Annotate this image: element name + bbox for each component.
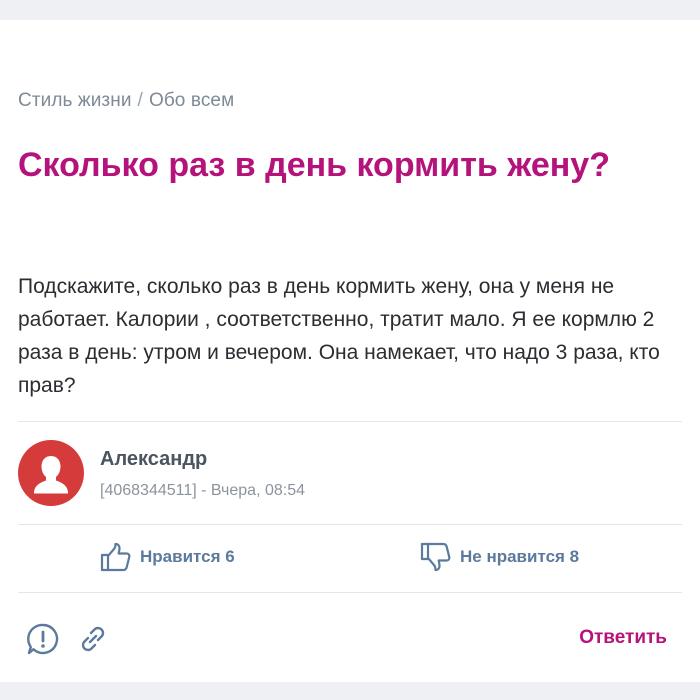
divider: [18, 524, 682, 525]
breadcrumb-subcategory[interactable]: Обо всем: [149, 90, 234, 111]
question-text: Подскажите, сколько раз в день кормить ж…: [18, 275, 660, 397]
report-button[interactable]: [26, 622, 60, 661]
chain-link-icon: [81, 626, 105, 652]
reply-button[interactable]: Ответить: [579, 627, 667, 649]
dislike-button[interactable]: Не нравится 8: [420, 542, 579, 572]
breadcrumb-separator: /: [137, 90, 143, 111]
author-name[interactable]: Александр: [100, 448, 207, 471]
breadcrumb-category[interactable]: Стиль жизни: [18, 90, 132, 111]
copy-link-button[interactable]: [76, 622, 110, 661]
divider: [18, 592, 682, 593]
alert-circle-icon: [27, 623, 59, 655]
thumbs-down-icon: [420, 542, 451, 572]
user-silhouette-icon: [34, 456, 68, 494]
divider: [18, 421, 682, 422]
dislike-count-label: Не нравится 8: [460, 547, 580, 566]
like-button[interactable]: Нравится 6: [100, 542, 235, 572]
author-meta: [4068344511] - Вчера, 08:54: [100, 482, 306, 499]
thumbs-up-icon: [100, 542, 131, 572]
question-title: Сколько раз в день кормить жену?: [18, 146, 610, 184]
like-count-label: Нравится 6: [140, 547, 235, 566]
avatar[interactable]: [18, 440, 84, 506]
breadcrumb: Стиль жизни / Обо всем: [18, 90, 234, 112]
